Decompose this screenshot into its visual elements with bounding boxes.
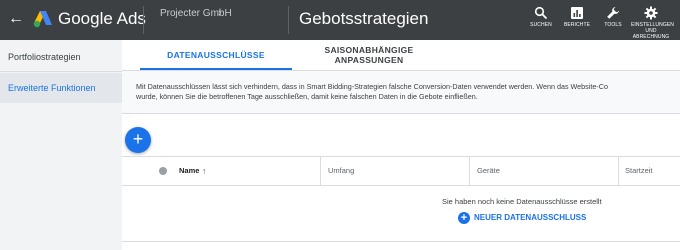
reports-button[interactable]: BERICHTE <box>559 4 595 36</box>
empty-state-message: Sie haben noch keine Datenausschlüsse er… <box>442 197 602 206</box>
tab-saisonabhaengige-anpassungen[interactable]: SAISONABHÄNGIGE ANPASSUNGEN <box>307 40 431 71</box>
description-line: wurde, können Sie die betroffenen Tage a… <box>136 92 478 101</box>
google-ads-logo[interactable] <box>32 9 54 29</box>
chevron-right-icon[interactable]: › <box>218 7 222 19</box>
column-header-startzeit[interactable]: Startzeit <box>625 157 653 185</box>
table-bottom-border <box>122 241 680 242</box>
column-header-geraete[interactable]: Geräte <box>477 157 500 185</box>
new-data-exclusion-button[interactable]: + NEUER DATENAUSSCHLUSS <box>458 211 586 225</box>
sidebar-item-erweiterte-funktionen[interactable]: Erweiterte Funktionen <box>0 73 122 103</box>
table-header: Name ↑ Umfang Geräte Startzeit <box>122 156 680 186</box>
search-icon <box>534 6 548 20</box>
tools-button[interactable]: TOOLS <box>595 4 631 36</box>
divider <box>288 6 289 34</box>
add-circle-icon: + <box>458 211 470 224</box>
arrow-left-icon[interactable]: ← <box>8 9 26 29</box>
divider <box>143 6 144 34</box>
column-separator <box>320 157 321 185</box>
search-label: SUCHEN <box>530 22 552 28</box>
plus-icon: + <box>132 129 144 149</box>
column-separator <box>469 157 470 185</box>
tools-label: TOOLS <box>604 22 622 28</box>
top-app-bar: ← Google Ads Projecter GmbH › Gebotsstra… <box>0 0 680 40</box>
settings-button[interactable]: EINSTELLUNGEN UND ABRECHNUNG <box>631 4 674 40</box>
tab-label: SAISONABHÄNGIGE ANPASSUNGEN <box>324 45 414 65</box>
add-button[interactable]: + <box>125 127 151 153</box>
sidebar: Portfoliostrategien Erweiterte Funktione… <box>0 40 122 250</box>
tab-label: DATENAUSSCHLÜSSE <box>167 50 265 60</box>
wrench-icon <box>607 7 619 19</box>
sidebar-item-portfoliostrategien[interactable]: Portfoliostrategien <box>0 42 122 72</box>
brand-name: Google Ads <box>58 9 146 28</box>
main-content: DATENAUSSCHLÜSSE SAISONABHÄNGIGE ANPASSU… <box>122 40 680 250</box>
search-button[interactable]: SUCHEN <box>523 4 559 36</box>
reports-label: BERICHTE <box>563 22 591 28</box>
gear-icon <box>644 6 658 20</box>
new-data-exclusion-label: NEUER DATENAUSSCHLUSS <box>474 213 587 222</box>
arrow-up-icon[interactable]: ↑ <box>202 157 207 185</box>
column-header-name[interactable]: Name <box>179 157 199 185</box>
page-title: Gebotsstrategien <box>299 9 429 28</box>
reports-icon <box>571 7 583 19</box>
description-banner: Mit Datenausschlüssen lässt sich verhind… <box>122 71 680 114</box>
tab-datenausschluesse[interactable]: DATENAUSSCHLÜSSE <box>140 40 292 71</box>
column-separator <box>618 157 619 185</box>
description-line: Mit Datenausschlüssen lässt sich verhind… <box>136 82 608 91</box>
status-dot-icon <box>159 167 167 175</box>
sidebar-divider <box>0 71 122 72</box>
column-header-umfang[interactable]: Umfang <box>328 157 354 185</box>
settings-label: EINSTELLUNGEN UND ABRECHNUNG <box>631 22 674 40</box>
